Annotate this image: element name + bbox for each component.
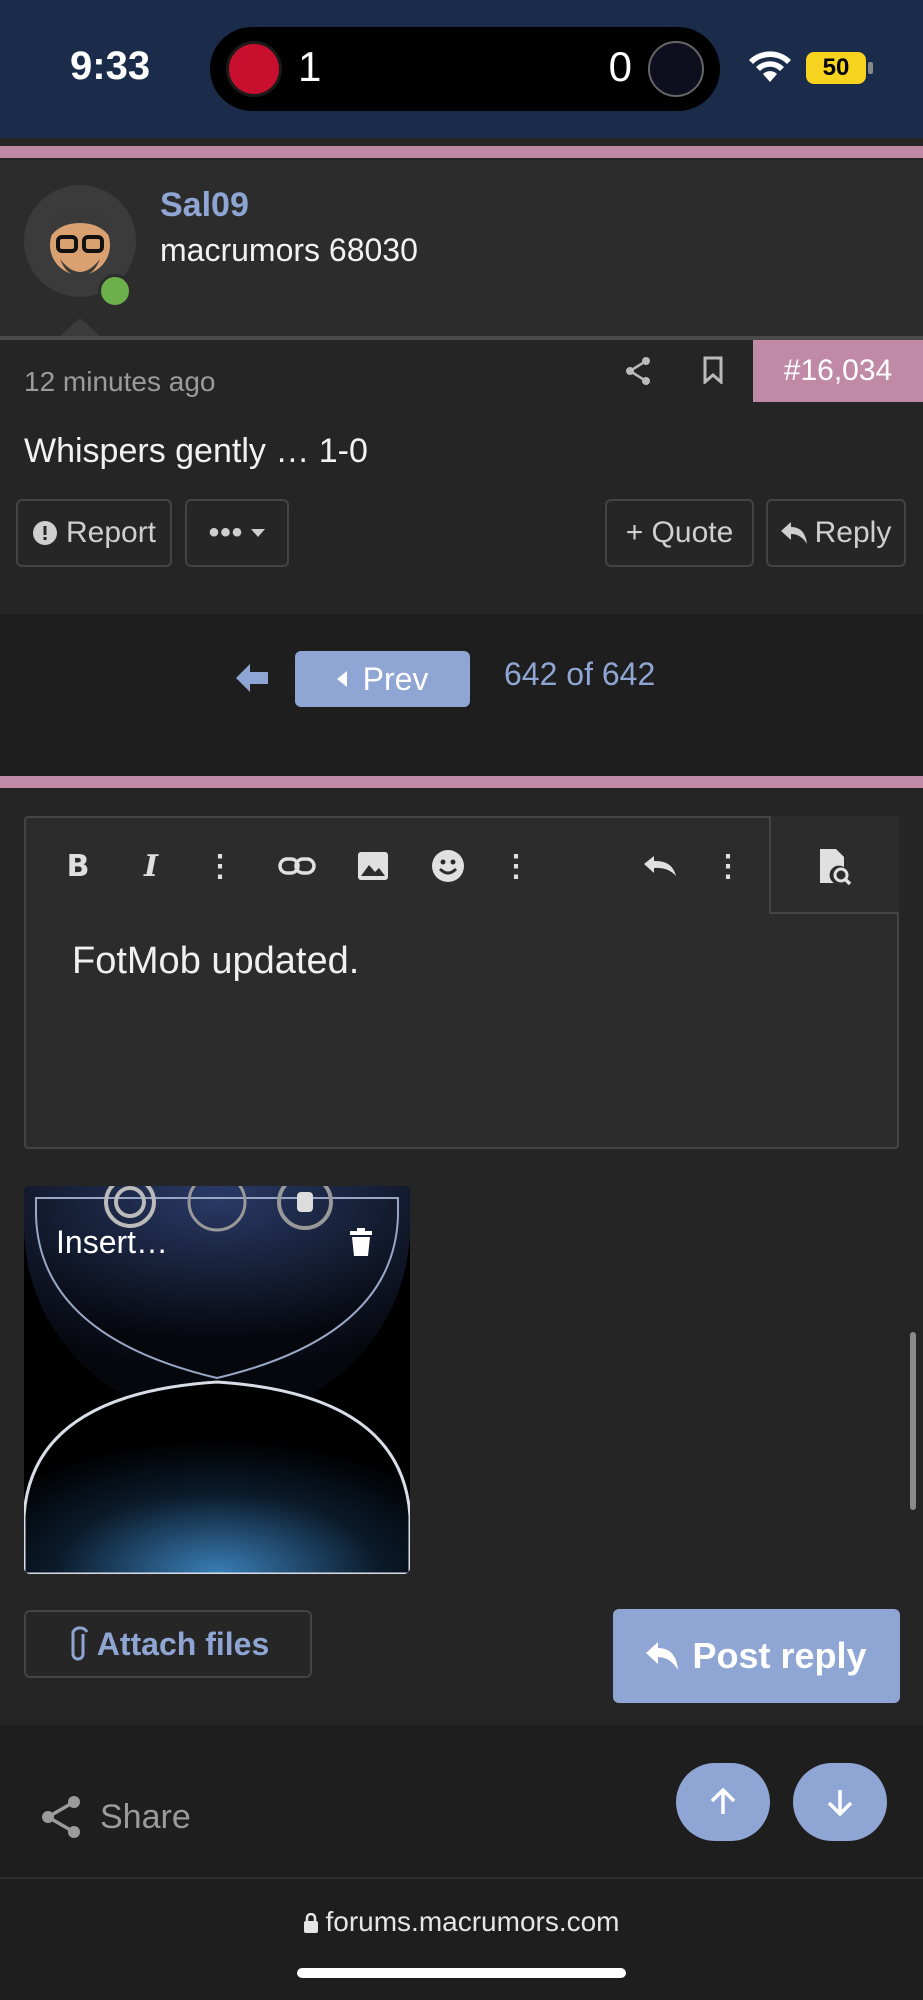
editor-content[interactable]: FotMob updated. <box>72 940 359 983</box>
prev-page-button[interactable]: Prev <box>295 651 470 707</box>
online-status-icon <box>98 274 132 308</box>
more-edit-options-icon[interactable]: ⋮ <box>708 846 748 886</box>
section-divider <box>0 776 923 788</box>
bookmark-icon[interactable] <box>702 356 724 384</box>
report-button[interactable]: Report <box>16 499 172 567</box>
home-team-crest-icon <box>226 41 282 97</box>
section-divider-top <box>0 146 923 158</box>
undo-icon[interactable] <box>640 846 680 886</box>
browser-address-bar[interactable] <box>0 1877 923 2000</box>
wifi-icon <box>749 51 791 82</box>
arrow-down-icon <box>827 1790 853 1816</box>
clock-time: 9:33 <box>70 44 151 88</box>
away-score: 0 <box>608 43 632 90</box>
jump-to-first-arrow-icon[interactable] <box>236 664 268 692</box>
bold-icon[interactable]: B <box>58 846 98 886</box>
share-icon <box>42 1796 80 1838</box>
more-insert-options-icon[interactable]: ⋮ <box>496 846 536 886</box>
quote-label: + Quote <box>625 516 734 549</box>
scrollbar[interactable] <box>910 1332 916 1510</box>
prev-label: Prev <box>362 660 429 697</box>
reply-arrow-icon <box>780 522 807 544</box>
paperclip-icon <box>71 1626 89 1661</box>
image-icon[interactable] <box>353 846 393 886</box>
user-title: macrumors 68030 <box>160 232 418 268</box>
italic-icon[interactable]: I <box>131 846 171 886</box>
trash-icon[interactable] <box>350 1228 372 1256</box>
battery-level: 50 <box>806 52 866 84</box>
preview-icon[interactable] <box>815 846 855 886</box>
username-link[interactable]: Sal09 <box>160 186 249 225</box>
caret-left-icon <box>336 671 347 687</box>
page-indicator[interactable]: 642 of 642 <box>504 656 655 693</box>
reply-button[interactable]: Reply <box>766 499 906 567</box>
post-timestamp[interactable]: 12 minutes ago <box>24 366 215 398</box>
more-options-label: ••• <box>208 516 244 549</box>
smiley-icon[interactable] <box>428 846 468 886</box>
live-activity-score[interactable]: 1 0 <box>210 27 720 111</box>
arrow-up-icon <box>710 1788 736 1814</box>
share-button[interactable]: Share <box>40 1795 191 1839</box>
lock-icon <box>304 1912 319 1933</box>
pointer-arrow-icon <box>58 318 102 338</box>
report-label: Report <box>65 516 157 549</box>
battery-tip <box>868 62 873 74</box>
share-icon[interactable] <box>624 356 652 386</box>
post-number-link[interactable]: #16,034 <box>753 340 923 402</box>
attach-files-label: Attach files <box>96 1625 270 1662</box>
scroll-to-top-button[interactable] <box>676 1763 770 1841</box>
share-label: Share <box>100 1797 191 1836</box>
url-text[interactable]: forums.macrumors.com <box>0 1906 923 1938</box>
url-label: forums.macrumors.com <box>325 1906 620 1937</box>
post-reply-button[interactable]: Post reply <box>613 1609 900 1703</box>
away-team-crest-icon <box>648 41 704 97</box>
more-options-button[interactable]: ••• <box>185 499 289 567</box>
insert-attachment-link[interactable]: Insert… <box>56 1224 168 1261</box>
attach-files-button[interactable]: Attach files <box>24 1610 312 1678</box>
post-body-text: Whispers gently … 1-0 <box>24 432 368 470</box>
more-text-options-icon[interactable]: ⋮ <box>200 846 240 886</box>
post-author-header <box>0 160 923 338</box>
reply-label: Reply <box>814 516 892 549</box>
home-indicator[interactable] <box>297 1968 626 1978</box>
scroll-to-bottom-button[interactable] <box>793 1763 887 1841</box>
caret-down-icon <box>251 529 266 537</box>
link-icon[interactable] <box>277 846 317 886</box>
quote-button[interactable]: + Quote <box>605 499 754 567</box>
post-reply-label: Post reply <box>692 1635 867 1676</box>
home-score: 1 <box>298 43 322 90</box>
alert-circle-icon <box>32 521 57 545</box>
reply-arrow-icon <box>646 1642 679 1670</box>
